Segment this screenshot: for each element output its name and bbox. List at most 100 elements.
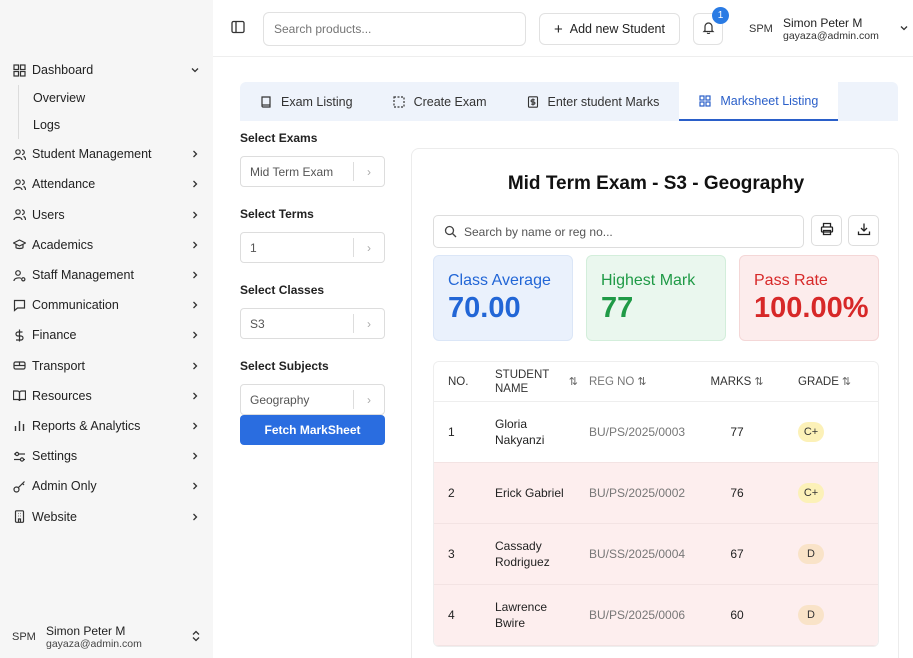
column-header-label: STUDENT NAME bbox=[495, 368, 550, 395]
graduation-cap-icon bbox=[12, 238, 26, 252]
marksheet-title: Mid Term Exam - S3 - Geography bbox=[507, 173, 805, 194]
grid-icon bbox=[699, 94, 711, 107]
sidebar-item-admin-only[interactable]: Admin Only bbox=[0, 471, 213, 501]
sidebar-item-attendance[interactable]: Attendance bbox=[0, 169, 213, 199]
chevron-right-icon bbox=[189, 329, 201, 341]
sidebar-item-label: Staff Management bbox=[32, 268, 134, 283]
subject-select-value: Geography bbox=[250, 392, 310, 407]
student-name: Cassady Rodriguez bbox=[495, 539, 550, 569]
sidebar-item-staff-management[interactable]: Staff Management bbox=[0, 260, 213, 290]
tab-marksheet-listing[interactable]: Marksheet Listing bbox=[679, 82, 839, 121]
sidebar-item-label: Student Management bbox=[32, 147, 152, 162]
term-select[interactable]: 1 › bbox=[240, 232, 385, 263]
class-select[interactable]: S3 › bbox=[240, 308, 385, 339]
sort-icon: ⇅ bbox=[841, 376, 852, 388]
settings-icon bbox=[12, 449, 26, 463]
sidebar-subitem-logs[interactable]: Logs bbox=[19, 112, 213, 139]
stat-title: Highest Mark bbox=[601, 272, 696, 289]
dollar-file-icon bbox=[527, 95, 539, 108]
pass-rate-card: Pass Rate 100.00% bbox=[739, 255, 879, 341]
student-name: Gloria Nakyanzi bbox=[495, 417, 545, 447]
student-search-placeholder: Search by name or reg no... bbox=[464, 224, 613, 239]
column-header-grade[interactable]: GRADE ⇅ bbox=[778, 375, 878, 388]
column-header-reg-no[interactable]: REG NO ⇅ bbox=[578, 375, 696, 388]
tab-enter-student-marks[interactable]: Enter student Marks bbox=[507, 82, 680, 121]
subject-select[interactable]: Geography › bbox=[240, 384, 385, 415]
sidebar-user-menu[interactable]: SPM Simon Peter M gayaza@admin.com bbox=[0, 616, 213, 658]
chevron-right-icon bbox=[189, 269, 201, 281]
sidebar-item-dashboard[interactable]: Dashboard bbox=[0, 55, 213, 85]
table-row: 4 Lawrence Bwire BU/PS/2025/0006 60 D bbox=[434, 585, 878, 646]
stat-title: Pass Rate bbox=[754, 272, 828, 289]
student-search-input[interactable]: Search by name or reg no... bbox=[433, 215, 804, 248]
avatar: SPM bbox=[749, 23, 773, 35]
sidebar-item-settings[interactable]: Settings bbox=[0, 441, 213, 471]
marksheet-card: Mid Term Exam - S3 - Geography Search by… bbox=[411, 148, 899, 658]
bar-chart-icon bbox=[12, 419, 26, 433]
sidebar-item-transport[interactable]: Transport bbox=[0, 351, 213, 381]
reg-number: BU/PS/2025/0006 bbox=[589, 608, 686, 622]
student-name: Lawrence Bwire bbox=[495, 600, 548, 630]
sidebar-item-finance[interactable]: Finance bbox=[0, 320, 213, 350]
sidebar-item-reports-analytics[interactable]: Reports & Analytics bbox=[0, 411, 213, 441]
reg-number: BU/PS/2025/0002 bbox=[589, 486, 686, 500]
sidebar-item-label: Users bbox=[32, 207, 65, 222]
chevron-right-icon bbox=[189, 178, 201, 190]
marksheet-filters: Select Exams Mid Term Exam › Select Term… bbox=[240, 131, 385, 435]
chevron-right-icon bbox=[189, 360, 201, 372]
column-header-no: NO. bbox=[448, 375, 469, 388]
tab-exam-listing[interactable]: Exam Listing bbox=[240, 82, 373, 121]
table-row: 2 Erick Gabriel BU/PS/2025/0002 76 C+ bbox=[434, 463, 878, 524]
add-student-button[interactable]: + Add new Student bbox=[539, 13, 680, 45]
tab-label: Enter student Marks bbox=[547, 94, 660, 109]
dashboard-submenu: Overview Logs bbox=[18, 85, 213, 140]
grade-badge: C+ bbox=[798, 483, 824, 503]
sidebar-toggle-icon[interactable] bbox=[231, 20, 245, 34]
chevron-right-icon bbox=[189, 511, 201, 523]
user-email: gayaza@admin.com bbox=[46, 638, 142, 650]
exam-select[interactable]: Mid Term Exam › bbox=[240, 156, 385, 187]
tab-label: Create Exam bbox=[413, 94, 487, 109]
sidebar-item-academics[interactable]: Academics bbox=[0, 230, 213, 260]
chevron-right-icon bbox=[189, 148, 201, 160]
stat-value: 100.00% bbox=[754, 292, 869, 324]
sort-icon: ⇅ bbox=[754, 376, 764, 388]
sidebar: Dashboard Overview Logs Student Manageme… bbox=[0, 0, 213, 658]
term-select-value: 1 bbox=[250, 240, 257, 255]
chevron-right-icon: › bbox=[353, 314, 384, 333]
sidebar-item-website[interactable]: Website bbox=[0, 501, 213, 531]
sidebar-item-users[interactable]: Users bbox=[0, 200, 213, 230]
sidebar-subitem-overview[interactable]: Overview bbox=[19, 85, 213, 112]
table-row: 3 Cassady Rodriguez BU/SS/2025/0004 67 D bbox=[434, 524, 878, 585]
avatar: SPM bbox=[12, 631, 36, 643]
column-header-student-name[interactable]: STUDENT NAME ⇅ bbox=[483, 368, 578, 396]
download-button[interactable] bbox=[848, 215, 879, 246]
stat-value: 77 bbox=[601, 292, 634, 324]
printer-icon bbox=[820, 222, 834, 239]
sidebar-item-communication[interactable]: Communication bbox=[0, 290, 213, 320]
sidebar-item-label: Communication bbox=[32, 298, 119, 313]
print-button[interactable] bbox=[811, 215, 842, 246]
column-header-marks[interactable]: MARKS ⇅ bbox=[696, 375, 778, 388]
user-menu[interactable]: SPM Simon Peter M gayaza@admin.com bbox=[749, 12, 909, 46]
sidebar-user-info: Simon Peter M gayaza@admin.com bbox=[46, 624, 191, 650]
sidebar-item-label: Reports & Analytics bbox=[32, 418, 141, 433]
fetch-marksheet-button[interactable]: Fetch MarkSheet bbox=[240, 415, 385, 445]
user-name: Simon Peter M bbox=[783, 16, 863, 30]
top-header: + Add new Student 1 SPM Simon Peter M ga… bbox=[213, 0, 913, 57]
dashed-square-icon bbox=[392, 95, 405, 108]
marks-value: 77 bbox=[730, 425, 744, 439]
chevron-right-icon bbox=[189, 299, 201, 311]
tab-create-exam[interactable]: Create Exam bbox=[373, 82, 507, 121]
download-icon bbox=[857, 222, 871, 239]
sidebar-item-student-management[interactable]: Student Management bbox=[0, 139, 213, 169]
sidebar-item-resources[interactable]: Resources bbox=[0, 381, 213, 411]
chevron-right-icon: › bbox=[353, 238, 384, 257]
filter-label-exams: Select Exams bbox=[240, 131, 318, 145]
table-row: 1 Gloria Nakyanzi BU/PS/2025/0003 77 C+ bbox=[434, 402, 878, 463]
grade-cell: D bbox=[778, 544, 878, 564]
user-name: Simon Peter M bbox=[46, 624, 126, 638]
search-input[interactable] bbox=[263, 12, 526, 46]
users-icon bbox=[12, 177, 26, 191]
exam-select-value: Mid Term Exam bbox=[250, 164, 334, 179]
